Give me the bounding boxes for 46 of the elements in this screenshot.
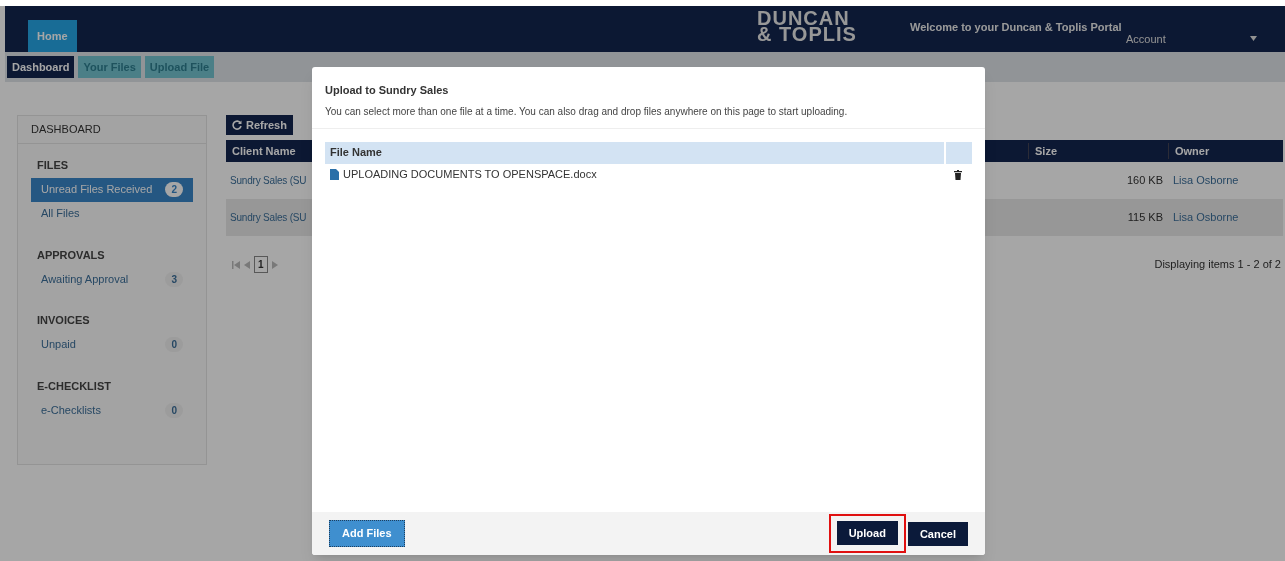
column-header: Owner [1168, 142, 1283, 160]
page-number[interactable]: 1 [254, 256, 268, 273]
dialog-title: Upload to Sundry Sales [325, 83, 450, 98]
count-badge: 0 [165, 402, 183, 418]
trash-icon[interactable] [954, 169, 962, 180]
count-badge: 0 [165, 337, 183, 352]
file-name: UPLOADING DOCUMENTS TO OPENSPACE.docx [343, 167, 598, 183]
home-tab[interactable]: Home [28, 20, 77, 52]
table-cell-text: 115 KB [1126, 210, 1164, 226]
section-heading: INVOICES [36, 313, 91, 328]
refresh-button[interactable]: Refresh [226, 115, 293, 135]
sidebar-item[interactable]: All Files [31, 201, 193, 226]
next-page-icon[interactable] [271, 260, 278, 269]
sidebar-item[interactable]: Unread Files Received 2 [31, 177, 193, 202]
section-heading: E-CHECKLIST [36, 378, 112, 394]
column-header: File Name [329, 145, 383, 161]
table-cell-text: Sundry Sales (SU [229, 211, 308, 225]
column-header: Client Name [231, 143, 297, 159]
section-heading: APPROVALS [36, 247, 106, 263]
cancel-button[interactable]: Cancel [907, 521, 968, 547]
logo-text: DUNCAN [757, 10, 850, 26]
sidebar-item[interactable]: Awaiting Approval 3 [31, 267, 193, 291]
sidebar-title: DASHBOARD [31, 122, 101, 138]
count-badge: 2 [165, 182, 183, 197]
dialog-description: You can select more than one file at a time. You can also drag and drop files anywhere on this page to start uploading. [325, 104, 849, 119]
column-header: Size [1028, 142, 1168, 160]
document-icon [330, 169, 339, 180]
upload-button[interactable]: Upload [836, 520, 898, 546]
table-cell-text: Lisa Osborne [1172, 173, 1240, 189]
count-badge: 3 [165, 271, 183, 287]
table-cell-text: Lisa Osborne [1172, 210, 1240, 226]
table-cell-text: 160 KB [1125, 173, 1164, 189]
first-page-icon[interactable] [232, 260, 240, 269]
section-heading: FILES [36, 158, 70, 173]
items-summary: Displaying items 1 - 2 of 2 [1154, 257, 1281, 273]
sidebar-item[interactable]: e-Checklists 0 [31, 398, 193, 422]
nav-tab[interactable]: Dashboard [7, 56, 75, 78]
add-files-button[interactable]: Add Files [329, 520, 405, 547]
logo-text: & TOPLIS [757, 26, 857, 42]
welcome-text: Welcome to your Duncan & Toplis Portal [910, 20, 1122, 35]
caret-icon[interactable] [1250, 36, 1257, 41]
sidebar-item[interactable]: Unpaid 0 [31, 332, 193, 357]
refresh-icon [232, 120, 242, 130]
table-cell-text: Sundry Sales (SU [229, 174, 308, 188]
account-menu[interactable]: Account [1126, 31, 1166, 48]
previous-page-icon[interactable] [244, 260, 250, 269]
